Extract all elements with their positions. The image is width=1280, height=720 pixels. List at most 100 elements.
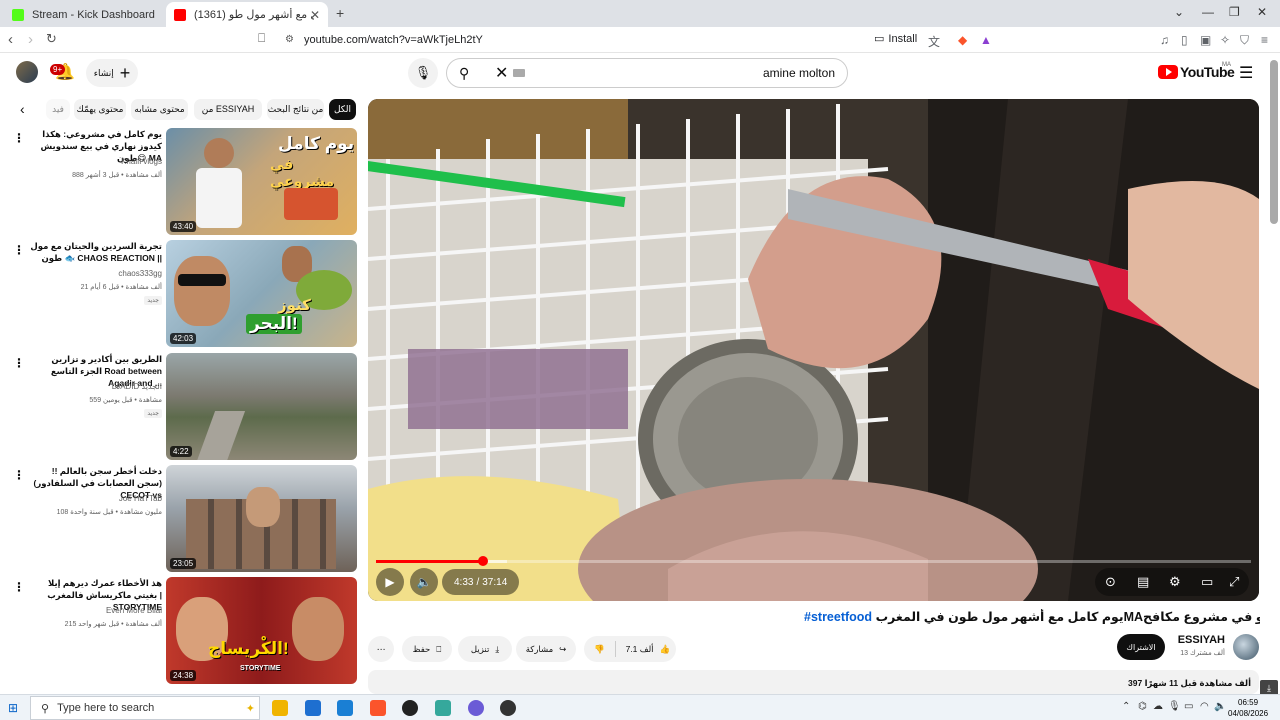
tray-overflow-icon[interactable]: ⌃ [1122, 701, 1130, 712]
hashtag-link[interactable]: #streetfood [804, 610, 872, 624]
media-controls-icon[interactable]: ♫ [1160, 33, 1169, 47]
search-input[interactable]: ⚲ ✕ amine molton [446, 58, 848, 88]
vpn-icon[interactable]: ⛉ [1240, 33, 1249, 48]
theater-mode-icon[interactable]: ▭ [1201, 574, 1213, 590]
brave-browser-icon[interactable] [370, 700, 386, 716]
channel-name[interactable]: chaos333gg [28, 269, 162, 278]
mic-tray-icon[interactable]: 🎙 [1168, 701, 1181, 712]
play-button[interactable]: ▶ [376, 568, 404, 596]
autoplay-toggle-icon[interactable]: ⊙ [1105, 574, 1116, 590]
network-icon[interactable]: ⌬ [1138, 701, 1147, 712]
more-actions-button[interactable]: ⋯ [368, 636, 394, 662]
video-title[interactable]: تجربة السردين والحيتان مع مول طون 🐟 CHAO… [28, 240, 162, 264]
video-thumbnail[interactable]: الكْريساج! STORYTIME 24:38 [166, 577, 357, 684]
mute-button[interactable]: 🔈 [410, 568, 438, 596]
settings-gear-icon[interactable]: ⚙ [1169, 574, 1181, 590]
minimize-button[interactable]: — [1202, 5, 1214, 19]
battery-icon[interactable]: ▭ [1184, 701, 1193, 712]
more-options-icon[interactable]: ⋮ [13, 131, 25, 145]
clear-search-icon[interactable]: ✕ [495, 63, 508, 83]
list-item[interactable]: ⋮ يوم كامل في مشروعي: هكذا كيدوز نهاري ف… [0, 128, 360, 236]
store-icon[interactable] [305, 700, 321, 716]
chip-more[interactable]: فيد [46, 99, 70, 120]
fullscreen-icon[interactable]: ⤢ [1229, 574, 1239, 590]
create-button[interactable]: إنشاء + [86, 59, 138, 87]
search-icon[interactable]: ⚲ [459, 65, 469, 82]
more-options-icon[interactable]: ⋮ [13, 580, 25, 594]
windows-start-icon[interactable]: ⊞ [8, 701, 18, 715]
browser-menu-icon[interactable]: ≡ [1261, 33, 1268, 47]
video-thumbnail[interactable]: كنوز البحر! 42:03 [166, 240, 357, 347]
browser-tab-youtube[interactable]: (1361) يوم كامل مع أشهر مول طو ✕ [166, 2, 328, 27]
scrubber-handle[interactable] [477, 556, 488, 566]
subscribe-button[interactable]: الاشتراك [1117, 634, 1165, 660]
new-tab-button[interactable]: + [336, 5, 344, 21]
more-options-icon[interactable]: ⋮ [13, 356, 25, 370]
mail-icon[interactable] [337, 700, 353, 716]
system-clock[interactable]: 06:59 04/08/2026 [1228, 697, 1268, 719]
app-icon[interactable] [435, 700, 451, 716]
more-options-icon[interactable]: ⋮ [13, 468, 25, 482]
wallet-icon[interactable]: ▣ [1200, 33, 1211, 47]
channel-name[interactable]: ESSIYAH [1176, 634, 1225, 646]
video-thumbnail[interactable]: 4:22 [166, 353, 357, 460]
chip-for-you[interactable]: محتوى يهمّك [74, 99, 126, 120]
share-button[interactable]: مشاركة ↪ [516, 636, 576, 662]
guide-menu-icon[interactable]: ☰ [1239, 63, 1253, 83]
close-window-button[interactable]: ✕ [1257, 5, 1267, 19]
chip-related[interactable]: محتوى مشابه [131, 99, 188, 120]
channel-name[interactable]: Even More Bilal [28, 606, 162, 615]
brave-shields-icon[interactable]: ◆ [958, 33, 967, 47]
search-query[interactable]: amine molton [763, 66, 835, 80]
speaker-icon[interactable]: 🔈 [1214, 701, 1226, 712]
install-app-button[interactable]: ▭ Install [874, 32, 917, 46]
like-icon[interactable]: 👍 [660, 644, 671, 655]
list-item[interactable]: ⋮ تجربة السردين والحيتان مع مول طون 🐟 CH… [0, 240, 360, 348]
taskbar-search-field[interactable]: ⚲ Type here to search ✦ [30, 696, 260, 720]
video-player[interactable]: ▶ 🔈 4:33 / 37:14 ⊙ ▤ ⚙ ▭ ⤢ [368, 99, 1259, 601]
leo-ai-icon[interactable]: ✧ [1220, 33, 1230, 47]
dislike-icon[interactable]: 👎 [594, 644, 605, 655]
url-field[interactable]: youtube.com/watch?v=aWkTjeLh2tY [304, 34, 483, 46]
list-item[interactable]: ⋮ الطريق بين أكادير و تزارين الجزء التاس… [0, 353, 360, 461]
reload-button[interactable]: ↻ [46, 31, 57, 47]
like-count[interactable]: 7.1 ألف [626, 644, 654, 655]
download-button[interactable]: تنزيل ⤓ [458, 636, 512, 662]
progress-bar[interactable] [376, 556, 1251, 566]
channel-avatar[interactable] [1233, 634, 1259, 660]
wifi-icon[interactable]: ◠ [1200, 701, 1209, 712]
site-settings-icon[interactable]: ⚙ [285, 34, 294, 45]
more-options-icon[interactable]: ⋮ [13, 243, 25, 257]
list-item[interactable]: ⋮ هذ الأخطاء عمرك ديرهم إيلا بغيتي ماكري… [0, 577, 360, 685]
close-tab-icon[interactable]: ✕ [310, 8, 320, 22]
description-box[interactable]: 397 ألف مشاهدة قبل 11 شهرًا [368, 670, 1259, 694]
sidebar-icon[interactable]: ▯ [1181, 33, 1188, 47]
browser-tab-kick[interactable]: Stream - Kick Dashboard [4, 2, 166, 27]
discord-icon[interactable] [468, 700, 484, 716]
back-button[interactable]: ‹ [8, 31, 13, 48]
channel-name[interactable]: Khalfi vlogs [28, 157, 162, 166]
avatar[interactable] [16, 61, 38, 83]
page-scrollbar[interactable] [1270, 60, 1278, 224]
obs-icon[interactable] [402, 700, 418, 716]
davinci-icon[interactable] [500, 700, 516, 716]
keyboard-icon[interactable] [513, 69, 525, 77]
chips-scroll-left-icon[interactable]: ‹ [20, 101, 25, 117]
chip-all[interactable]: الكل [329, 99, 356, 120]
forward-button[interactable]: › [28, 31, 33, 48]
translate-icon[interactable]: 文 [928, 33, 940, 50]
list-item[interactable]: ⋮ دخلت أخطر سجن بالعالم !! (سجن العصابات… [0, 465, 360, 573]
channel-name[interactable]: Joe HaTTab [28, 494, 162, 503]
chip-from-search[interactable]: من نتائج البحث [267, 99, 324, 120]
brave-rewards-icon[interactable]: ▲ [980, 33, 992, 47]
bookmark-icon[interactable]: ⎕ [258, 31, 265, 46]
chip-from-channel[interactable]: من ESSIYAH [194, 99, 262, 120]
channel-name[interactable]: LJADID الجديد [28, 382, 162, 391]
subtitles-icon[interactable]: ▤ [1137, 574, 1149, 590]
file-explorer-icon[interactable] [272, 700, 288, 716]
video-thumbnail[interactable]: يوم كامل في مشروعي 43:40 [166, 128, 357, 235]
voice-search-button[interactable]: 🎙 [408, 58, 438, 88]
save-button[interactable]: حفظ ⎕ [402, 636, 452, 662]
tab-search-chevron-icon[interactable]: ⌄ [1174, 5, 1184, 19]
video-thumbnail[interactable]: 23:05 [166, 465, 357, 572]
